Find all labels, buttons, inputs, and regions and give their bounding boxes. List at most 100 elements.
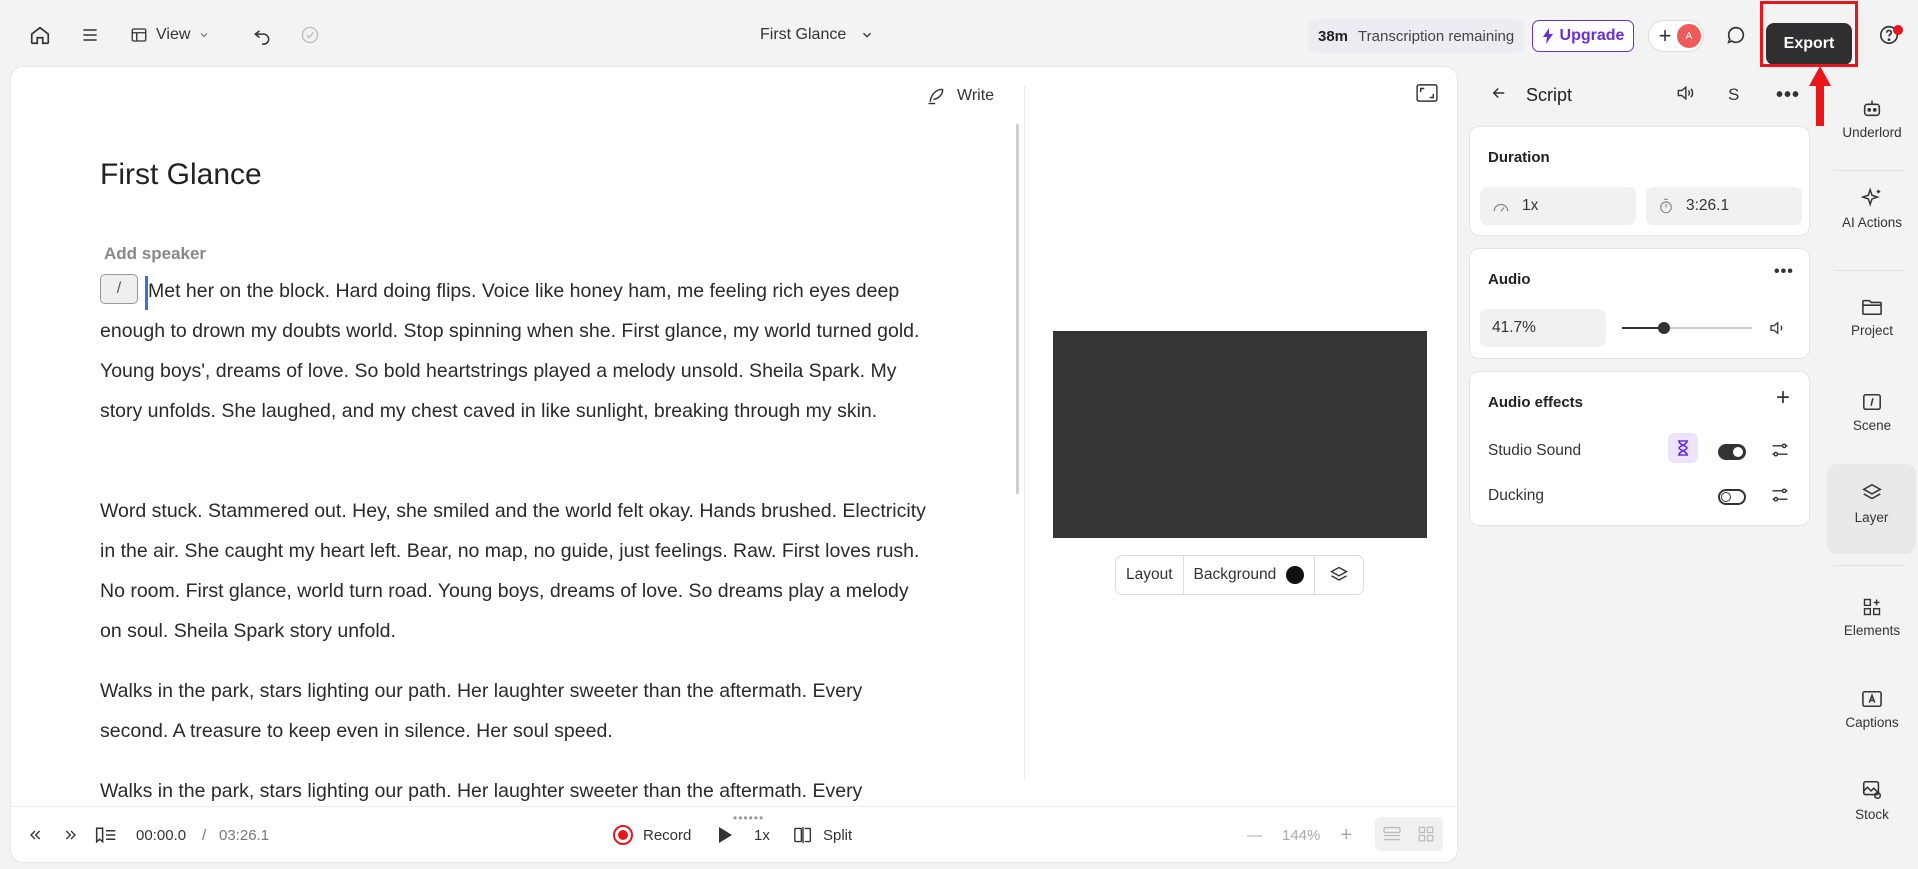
play-icon[interactable] <box>717 823 733 847</box>
rail-item-stock[interactable]: Stock <box>1826 779 1918 822</box>
add-effect-icon[interactable]: + <box>1776 386 1790 410</box>
stopwatch-icon <box>1660 198 1672 214</box>
grid-view-icon[interactable] <box>1409 825 1443 843</box>
rail-label: Stock <box>1855 807 1889 822</box>
length-field[interactable]: 3:26.1 <box>1646 187 1802 225</box>
view-label: View <box>156 26 191 43</box>
zoom-out-button[interactable]: — <box>1247 827 1262 844</box>
audio-title: Audio <box>1488 271 1531 288</box>
audio-effects-title: Audio effects <box>1488 394 1584 411</box>
project-title-dropdown[interactable]: First Glance <box>760 19 874 51</box>
script-paragraph[interactable]: Word stuck. Stammered out. Hey, she smil… <box>100 491 930 651</box>
view-mode-toggle <box>1375 817 1443 851</box>
stock-icon <box>1862 780 1882 800</box>
captions-icon <box>1862 690 1882 708</box>
chevron-down-icon <box>201 33 208 38</box>
pane-divider[interactable] <box>1024 86 1025 780</box>
skip-forward-icon[interactable] <box>63 823 79 847</box>
transcription-minutes: 38m <box>1318 27 1349 45</box>
rail-label: Layer <box>1854 510 1889 525</box>
background-color-swatch <box>1286 566 1305 584</box>
background-button[interactable]: Background <box>1184 556 1316 594</box>
time-current: 00:00.0 <box>136 826 187 844</box>
background-label: Background <box>1193 566 1277 583</box>
skip-back-icon[interactable] <box>27 823 43 847</box>
rail-item-project[interactable]: Project <box>1826 297 1918 338</box>
rail-item-captions[interactable]: Captions <box>1826 689 1918 730</box>
back-arrow-icon[interactable] <box>1490 84 1508 107</box>
split-button[interactable]: Split <box>793 823 852 847</box>
studio-sound-toggle[interactable] <box>1718 444 1746 460</box>
comment-icon[interactable] <box>1720 19 1752 51</box>
script-paragraph[interactable]: Walks in the park, stars lighting our pa… <box>100 771 930 801</box>
menu-icon[interactable] <box>74 19 106 51</box>
record-button[interactable]: Record <box>613 823 691 847</box>
scene-icon <box>1863 393 1881 411</box>
studio-sound-settings-icon[interactable] <box>1770 440 1790 465</box>
rail-item-elements[interactable]: Elements <box>1826 597 1918 638</box>
effect-label-ducking: Ducking <box>1488 487 1544 504</box>
speaker-volume-icon[interactable] <box>1674 83 1696 108</box>
zoom-in-button[interactable]: + <box>1340 824 1352 847</box>
script-paragraph[interactable]: Met her on the block. Hard doing flips. … <box>100 271 930 431</box>
length-value: 3:26.1 <box>1686 197 1730 214</box>
rail-label: AI Actions <box>1841 215 1903 230</box>
speed-button[interactable]: 1x <box>754 823 770 847</box>
speed-value: 1x <box>1522 197 1539 214</box>
avatar: A <box>1677 24 1701 48</box>
rail-label: Scene <box>1852 418 1892 433</box>
video-preview[interactable] <box>1053 331 1427 538</box>
layers-icon <box>1330 566 1349 581</box>
volume-slider-knob[interactable] <box>1657 322 1670 334</box>
transcription-remaining: 38m Transcription remaining <box>1308 19 1525 53</box>
chapters-icon[interactable] <box>95 823 117 847</box>
home-icon[interactable] <box>24 19 56 51</box>
script-paragraph[interactable]: Walks in the park, stars lighting our pa… <box>100 671 930 751</box>
saved-check-icon <box>294 19 326 51</box>
fullscreen-icon[interactable] <box>1416 84 1438 107</box>
upgrade-label: Upgrade <box>1559 27 1625 44</box>
export-highlight-box <box>1760 1 1858 67</box>
record-icon <box>613 825 633 845</box>
editor-scrollbar[interactable] <box>1016 124 1019 494</box>
volume-slider[interactable] <box>1622 322 1752 334</box>
speedometer-icon <box>1493 203 1509 212</box>
upgrade-button[interactable]: Upgrade <box>1532 20 1634 52</box>
ducking-toggle[interactable] <box>1718 489 1746 505</box>
volume-icon[interactable] <box>1768 319 1786 342</box>
transport-bar: •••••• 00:00.0 / 03:26.1 Record 1x Split… <box>11 806 1457 862</box>
sparkle-icon <box>1861 187 1881 207</box>
rail-item-layer[interactable]: Layer <box>1827 464 1916 554</box>
zoom-level: 144% <box>1282 826 1321 844</box>
document-title[interactable]: First Glance <box>100 158 262 192</box>
split-icon <box>794 826 812 844</box>
help-icon[interactable] <box>1873 19 1905 51</box>
ducking-settings-icon[interactable] <box>1770 485 1790 510</box>
plus-icon: + <box>1658 23 1672 48</box>
rail-label: Elements <box>1843 623 1901 638</box>
timeline-view-icon[interactable] <box>1375 826 1409 842</box>
speaker-label[interactable]: S <box>1728 85 1739 105</box>
top-bar: View First Glance 38m Transcription rema… <box>0 10 1918 65</box>
speed-field[interactable]: 1x <box>1480 187 1636 225</box>
robot-icon <box>1863 100 1881 117</box>
more-options-icon[interactable]: ••• <box>1776 84 1800 107</box>
layers-button[interactable] <box>1315 565 1363 585</box>
add-speaker-button[interactable]: Add speaker <box>104 244 206 264</box>
volume-field[interactable]: 41.7% <box>1480 309 1606 347</box>
rail-item-underlord[interactable]: Underlord <box>1826 97 1918 140</box>
layout-button[interactable]: Layout <box>1116 556 1184 594</box>
volume-value: 41.7% <box>1492 319 1536 336</box>
write-button[interactable]: Write <box>925 84 994 108</box>
elements-icon <box>1863 598 1881 616</box>
invite-collaborator-button[interactable]: + A <box>1648 20 1704 52</box>
view-menu[interactable]: View <box>130 19 210 51</box>
undo-icon[interactable] <box>246 19 278 51</box>
rail-item-ai-actions[interactable]: AI Actions <box>1826 187 1918 230</box>
slash-command-button[interactable]: / <box>100 274 138 304</box>
time-total: 03:26.1 <box>219 826 270 844</box>
audio-more-icon[interactable]: ••• <box>1774 263 1794 281</box>
rail-item-scene[interactable]: Scene <box>1826 392 1918 433</box>
right-rail: Underlord AI Actions Project Scene Layer… <box>1826 67 1918 862</box>
properties-title: Script <box>1526 84 1573 105</box>
